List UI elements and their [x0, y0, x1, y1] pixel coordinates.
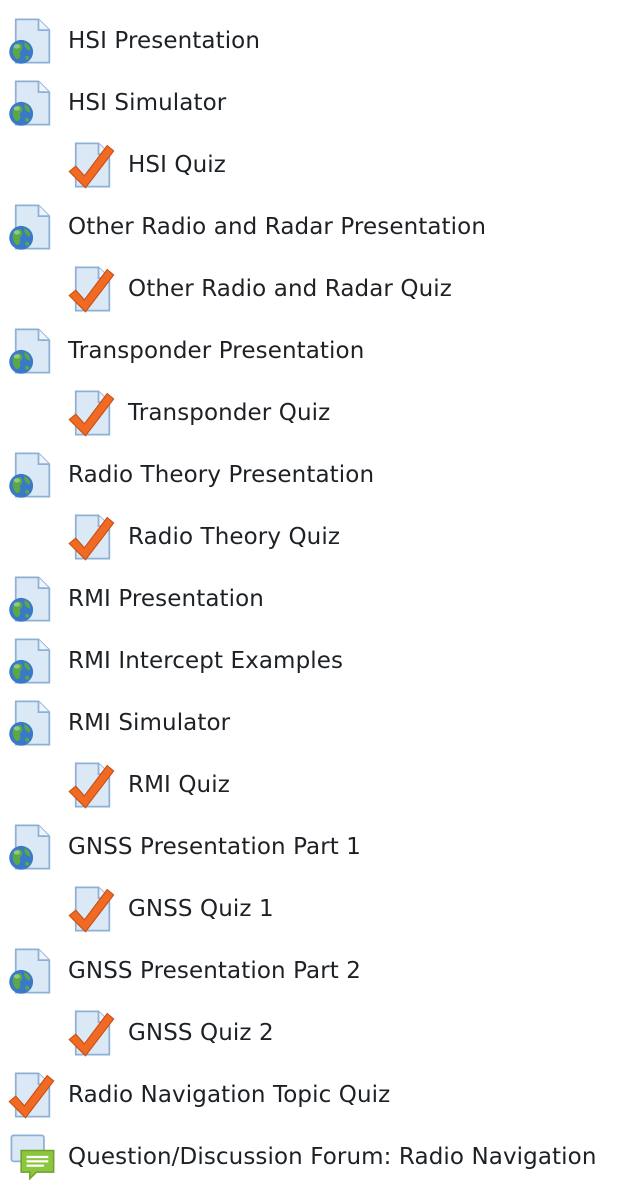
- quiz-checkmark-icon: [66, 883, 118, 935]
- activity-label: GNSS Quiz 1: [128, 896, 274, 922]
- activity-link-hsi-quiz[interactable]: HSI Quiz: [60, 134, 226, 196]
- url-globe-icon: [6, 821, 58, 873]
- quiz-checkmark-icon: [66, 387, 118, 439]
- activity-label: Radio Navigation Topic Quiz: [68, 1082, 391, 1108]
- forum-chat-icon: [6, 1131, 58, 1183]
- activity-label: Transponder Presentation: [68, 338, 365, 364]
- activity-label: RMI Presentation: [68, 586, 264, 612]
- activity-label: GNSS Quiz 2: [128, 1020, 274, 1046]
- quiz-checkmark-icon: [66, 263, 118, 315]
- activity-link-other-radio-radar-quiz[interactable]: Other Radio and Radar Quiz: [60, 258, 452, 320]
- activity-link-rmi-intercept-examples[interactable]: RMI Intercept Examples: [0, 630, 343, 692]
- activity-link-gnss-quiz-2[interactable]: GNSS Quiz 2: [60, 1002, 274, 1064]
- quiz-checkmark-icon: [66, 139, 118, 191]
- activity-link-discussion-forum[interactable]: Question/Discussion Forum: Radio Navigat…: [0, 1126, 597, 1188]
- activity-link-radio-theory-presentation[interactable]: Radio Theory Presentation: [0, 444, 374, 506]
- activity-label: HSI Quiz: [128, 152, 226, 178]
- url-globe-icon: [6, 697, 58, 749]
- quiz-checkmark-icon: [66, 759, 118, 811]
- activity-link-rmi-presentation[interactable]: RMI Presentation: [0, 568, 264, 630]
- activity-list: HSI Presentation HSI Simulator HSI Quiz …: [0, 0, 625, 1181]
- activity-link-gnss-presentation-part-1[interactable]: GNSS Presentation Part 1: [0, 816, 361, 878]
- url-globe-icon: [6, 77, 58, 129]
- url-globe-icon: [6, 201, 58, 253]
- url-globe-icon: [6, 325, 58, 377]
- activity-link-transponder-presentation[interactable]: Transponder Presentation: [0, 320, 364, 382]
- activity-link-transponder-quiz[interactable]: Transponder Quiz: [60, 382, 330, 444]
- activity-label: RMI Intercept Examples: [68, 648, 344, 674]
- quiz-checkmark-icon: [66, 1007, 118, 1059]
- activity-label: GNSS Presentation Part 2: [68, 958, 362, 984]
- activity-link-hsi-presentation[interactable]: HSI Presentation: [0, 10, 260, 72]
- activity-label: Other Radio and Radar Presentation: [68, 214, 487, 240]
- url-globe-icon: [6, 635, 58, 687]
- activity-label: Question/Discussion Forum: Radio Navigat…: [68, 1144, 597, 1170]
- activity-link-radio-navigation-topic-quiz[interactable]: Radio Navigation Topic Quiz: [0, 1064, 390, 1126]
- activity-link-rmi-simulator[interactable]: RMI Simulator: [0, 692, 230, 754]
- activity-label: RMI Quiz: [128, 772, 230, 798]
- activity-label: GNSS Presentation Part 1: [68, 834, 362, 860]
- quiz-checkmark-icon: [66, 511, 118, 563]
- url-globe-icon: [6, 15, 58, 67]
- activity-label: Radio Theory Presentation: [68, 462, 375, 488]
- activity-link-gnss-presentation-part-2[interactable]: GNSS Presentation Part 2: [0, 940, 361, 1002]
- url-globe-icon: [6, 573, 58, 625]
- activity-label: HSI Presentation: [68, 28, 261, 54]
- activity-label: Other Radio and Radar Quiz: [128, 276, 452, 302]
- activity-link-gnss-quiz-1[interactable]: GNSS Quiz 1: [60, 878, 274, 940]
- url-globe-icon: [6, 449, 58, 501]
- activity-link-other-radio-radar-presentation[interactable]: Other Radio and Radar Presentation: [0, 196, 486, 258]
- activity-link-hsi-simulator[interactable]: HSI Simulator: [0, 72, 226, 134]
- activity-label: Transponder Quiz: [128, 400, 331, 426]
- url-globe-icon: [6, 945, 58, 997]
- activity-link-rmi-quiz[interactable]: RMI Quiz: [60, 754, 230, 816]
- activity-label: Radio Theory Quiz: [128, 524, 341, 550]
- activity-link-radio-theory-quiz[interactable]: Radio Theory Quiz: [60, 506, 340, 568]
- quiz-checkmark-icon: [6, 1069, 58, 1121]
- activity-label: RMI Simulator: [68, 710, 231, 736]
- activity-label: HSI Simulator: [68, 90, 227, 116]
